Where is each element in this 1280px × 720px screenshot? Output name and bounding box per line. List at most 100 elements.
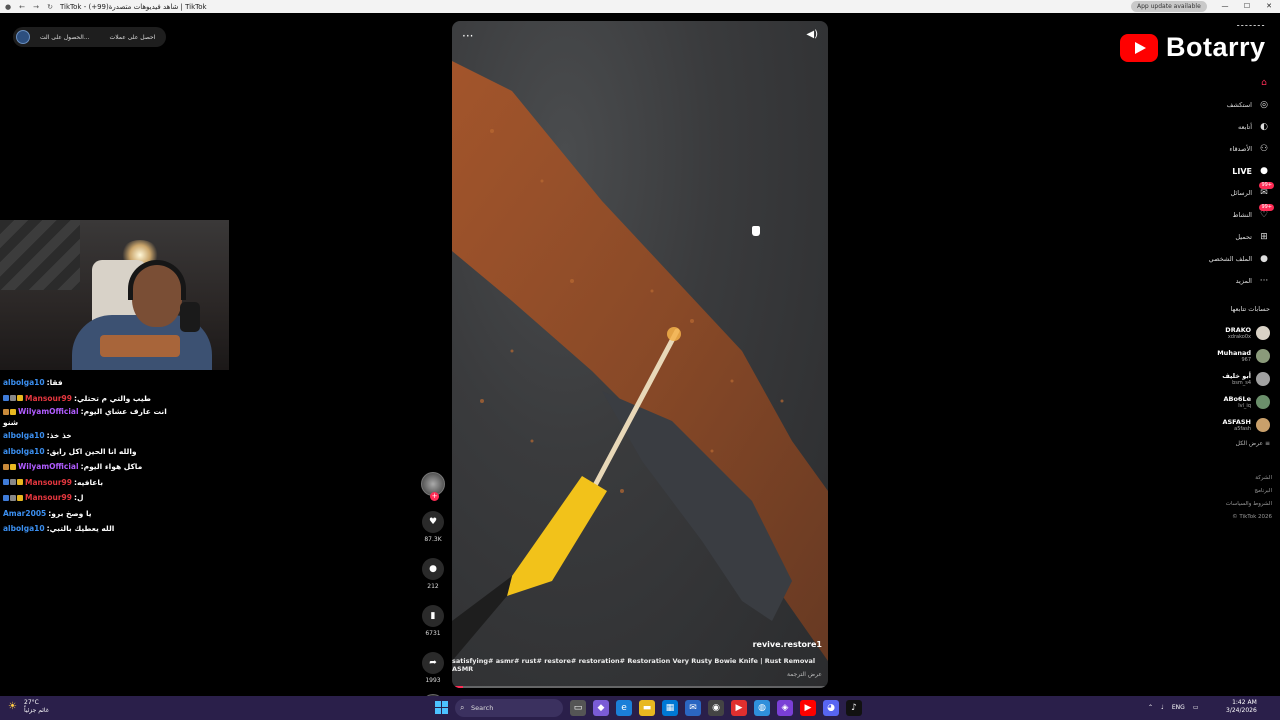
see-all-link[interactable]: عرض الكل ≡ (1130, 440, 1270, 447)
chat-username[interactable]: albolga10 (3, 377, 45, 388)
update-badge[interactable]: App update available (1131, 1, 1207, 12)
tray-chevron-icon[interactable]: ⌃ (1148, 698, 1153, 718)
task-view-icon[interactable]: ▭ (570, 700, 586, 716)
video-player[interactable]: ··· ◀) revive.restore1 satisfying# asmr#… (452, 21, 828, 688)
mic-icon[interactable]: ♩ (1161, 698, 1164, 718)
chat-message: albolga10 : خذ خذ (3, 430, 72, 441)
title-bar: ● ← → ↻ TikTok - شاهد فيديوهات متصدرة(99… (0, 0, 1280, 13)
footer-link-terms[interactable]: الشروط والسياسات (1226, 498, 1272, 511)
language-indicator[interactable]: ENG (1172, 698, 1185, 718)
chat-username[interactable]: albolga10 (3, 523, 45, 534)
comment-icon[interactable]: ● (422, 558, 444, 580)
close-button[interactable]: ✕ (1258, 0, 1280, 13)
steam-icon[interactable]: ◉ (708, 700, 724, 716)
share-icon[interactable]: ➦ (422, 652, 444, 674)
youtube-icon[interactable]: ▶ (800, 700, 816, 716)
following-account[interactable]: Muhanad 967 (1130, 344, 1270, 367)
get-coins-label[interactable]: احصل على عملات (110, 34, 156, 41)
see-translation-link[interactable]: عرض الترجمة (787, 671, 822, 678)
chat-text: باعافيه (76, 477, 104, 487)
follow-plus-icon[interactable]: + (430, 492, 439, 501)
chat-text-continuation: شنو (3, 418, 19, 427)
badge-icon (10, 395, 16, 402)
chat-username[interactable]: albolga10 (3, 430, 45, 441)
sidebar-item-profile[interactable]: الملف الشخصي ● (1150, 248, 1270, 270)
notification-badge: 99+ (1259, 204, 1274, 211)
network-icon[interactable]: ▭ (1193, 698, 1199, 718)
sidebar-item-friends[interactable]: الأصدقاء ⚇ (1150, 138, 1270, 160)
start-button[interactable] (435, 701, 448, 714)
file-explorer-icon[interactable]: ▬ (639, 700, 655, 716)
browser-icon[interactable]: ◍ (754, 700, 770, 716)
back-icon[interactable]: ← (18, 3, 26, 11)
weather-widget[interactable]: ☀ 27°C غائم جزئياً (8, 699, 49, 715)
chat-username[interactable]: Mansour99 (25, 492, 72, 503)
account-username: xdrako0x (1227, 333, 1251, 340)
coins-pill[interactable]: الحصول على الت... احصل على عملات (13, 27, 166, 47)
chat-badges (3, 408, 16, 415)
sidebar-item-messages[interactable]: الرسائل ✉ 99+ (1150, 182, 1274, 204)
avatar (1256, 371, 1270, 386)
edge-icon[interactable]: e (616, 700, 632, 716)
chat-message: Mansour99 : طيب والتي م تحتلي (3, 391, 233, 407)
chat-username[interactable]: WilyamOfficial (18, 461, 79, 472)
badge-icon (3, 494, 9, 501)
taskbar-clock[interactable]: 1:42 AM 3/24/2026 (1226, 699, 1257, 715)
sidebar-item-label: استكشف (1226, 101, 1252, 109)
sidebar-item-activity[interactable]: النشاط ♡ 99+ (1150, 204, 1274, 226)
friends-icon: ⚇ (1259, 144, 1269, 154)
mail-icon[interactable]: ✉ (685, 700, 701, 716)
video-author[interactable]: revive.restore1 (753, 640, 822, 649)
sidebar-item-home[interactable]: ⌂ (1150, 72, 1270, 94)
chat-text: والله انا الحين اكل رايق (49, 446, 137, 456)
creator-avatar[interactable]: + (421, 472, 445, 501)
obs-icon[interactable]: ◈ (777, 700, 793, 716)
chat-message: albolga10 : الله يعطيك بالتبي (3, 523, 115, 534)
explore-icon: ◎ (1260, 100, 1268, 110)
following-account[interactable]: ABo6Le lvl_iq (1130, 390, 1270, 413)
menu-icon[interactable]: ● (4, 3, 12, 11)
weather-icon: ☀ (8, 701, 17, 712)
chat-username[interactable]: Amar2005 (3, 508, 46, 519)
taskbar-search[interactable]: ⌕ Search (455, 699, 563, 717)
minimize-button[interactable]: — (1214, 0, 1236, 13)
chat-text: الله يعطيك بالتبي (49, 524, 115, 534)
get-item-label[interactable]: الحصول على الت... (40, 34, 90, 41)
forward-icon[interactable]: → (32, 3, 40, 11)
sidebar-item-live[interactable]: LIVE ● (1150, 160, 1270, 182)
footer-link-company[interactable]: الشركة (1226, 472, 1272, 485)
chat-text: خذ خذ (49, 431, 72, 441)
chat-username[interactable]: Mansour99 (25, 393, 72, 404)
sidebar-item-more[interactable]: المزيد ··· (1150, 270, 1270, 292)
badge-icon (10, 494, 16, 501)
media-icon[interactable]: ▶ (731, 700, 747, 716)
video-progress[interactable] (452, 686, 828, 688)
maximize-button[interactable]: ☐ (1236, 0, 1258, 13)
following-account[interactable]: DRAKO xdrako0x (1130, 321, 1270, 344)
footer-link-program[interactable]: البرنامج (1226, 485, 1272, 498)
account-name: أبو خليف (1222, 371, 1251, 380)
share-count: 1993 (425, 677, 441, 684)
app-icon[interactable]: ◆ (593, 700, 609, 716)
reload-icon[interactable]: ↻ (46, 3, 54, 11)
following-account[interactable]: ASFASH a5fash (1130, 413, 1270, 436)
chat-username[interactable]: WilyamOfficial (18, 406, 79, 417)
sidebar-item-upload[interactable]: تحميل ⊞ (1150, 226, 1270, 248)
chat-username[interactable]: albolga10 (3, 446, 45, 457)
chat-username[interactable]: Mansour99 (25, 477, 72, 488)
like-icon[interactable]: ♥ (422, 511, 444, 533)
window-title: TikTok - شاهد فيديوهات متصدرة(99+) | Tik… (60, 2, 207, 11)
avatar (1256, 394, 1270, 409)
tiktok-icon[interactable]: ♪ (846, 700, 862, 716)
discord-icon[interactable]: ◕ (823, 700, 839, 716)
bookmark-icon[interactable]: ▮ (422, 605, 444, 627)
more-options-icon[interactable]: ··· (462, 29, 473, 43)
store-icon[interactable]: ▦ (662, 700, 678, 716)
chat-badges (3, 479, 23, 486)
sidebar-item-label: أتابعه (1237, 123, 1252, 131)
volume-icon[interactable]: ◀) (806, 29, 818, 40)
sidebar-item-explore[interactable]: استكشف ◎ (1150, 94, 1270, 116)
following-account[interactable]: أبو خليف bsm_s4 (1130, 367, 1270, 390)
chat-message: Amar2005 : يا وصخ برو (3, 508, 92, 519)
sidebar-item-following[interactable]: أتابعه ◐ (1150, 116, 1270, 138)
